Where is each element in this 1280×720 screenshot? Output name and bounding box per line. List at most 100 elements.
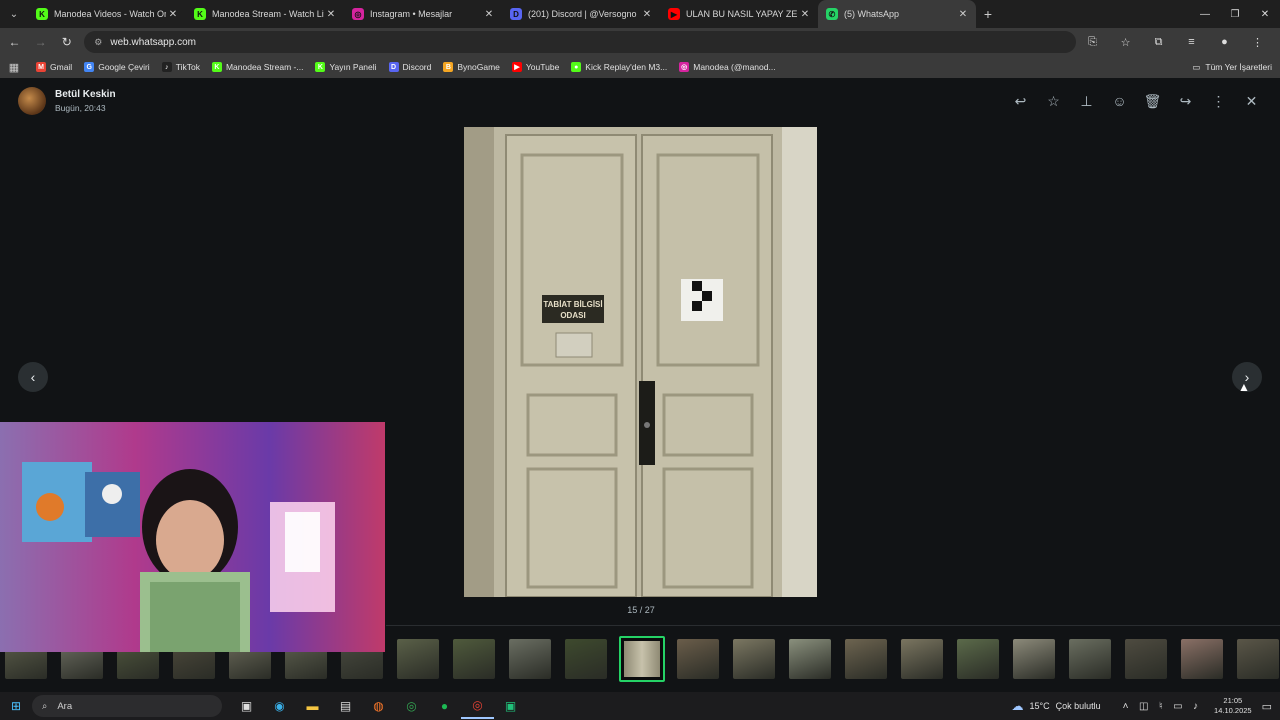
tab-title: Instagram • Mesajlar [370, 9, 453, 19]
pin-icon[interactable]: ⊥ [1070, 90, 1103, 112]
close-tab-icon[interactable]: ✕ [166, 9, 180, 20]
thumbnail[interactable] [453, 639, 495, 679]
thumbnail[interactable] [789, 639, 831, 679]
volume-icon[interactable]: ♪ [1193, 701, 1198, 712]
bookmark-item[interactable]: D Discord [388, 62, 431, 72]
bookmark-item[interactable]: B BynoGame [443, 62, 500, 72]
extensions-icon[interactable]: ⧉ [1142, 36, 1175, 49]
profile-icon[interactable]: ● [1208, 36, 1241, 49]
install-app-icon[interactable]: ⎘ [1076, 36, 1109, 49]
close-tab-icon[interactable]: ✕ [640, 9, 654, 20]
edge-icon[interactable]: ◉ [263, 693, 296, 719]
close-tab-icon[interactable]: ✕ [324, 9, 338, 20]
youtube-icon: ▶ [668, 8, 680, 20]
close-icon[interactable]: ✕ [1235, 90, 1268, 112]
browser-tab[interactable]: D (201) Discord | @Versogno ✕ [502, 0, 660, 28]
browser-tab[interactable]: ◎ Instagram • Mesajlar ✕ [344, 0, 502, 28]
browser-tab[interactable]: ✆ (5) WhatsApp ✕ [818, 0, 976, 28]
thumbnail[interactable] [957, 639, 999, 679]
reload-icon[interactable]: ↻ [55, 30, 78, 54]
close-tab-icon[interactable]: ✕ [798, 9, 812, 20]
tab-search-icon[interactable]: ⌄ [0, 0, 28, 28]
browser-menu-icon[interactable]: ⋮ [1241, 36, 1274, 49]
task-view-icon[interactable]: ▣ [230, 693, 263, 719]
delete-icon[interactable]: 🗑︎ [1136, 90, 1169, 112]
bookmark-item[interactable]: ◎ Manodea (@manod... [679, 62, 776, 72]
webcam-feed [0, 422, 385, 652]
bookmark-item[interactable]: ♪ TikTok [161, 62, 200, 72]
thumbnail[interactable] [509, 639, 551, 679]
store-icon[interactable]: ▤ [329, 693, 362, 719]
bookmark-item[interactable]: M Gmail [36, 62, 72, 72]
emoji-icon[interactable]: ☺ [1103, 90, 1136, 112]
kick-icon: K [211, 62, 222, 72]
notification-icon[interactable]: ▭ [1262, 700, 1272, 713]
clock[interactable]: 21:05 14.10.2025 [1214, 696, 1252, 716]
sender-info[interactable]: Betül Keskin Bugün, 20:43 [18, 87, 116, 115]
minimize-icon[interactable]: — [1190, 0, 1220, 28]
thumbnail[interactable] [733, 639, 775, 679]
bookmark-item[interactable]: ▶ YouTube [511, 62, 560, 72]
bookmark-star-icon[interactable]: ☆ [1109, 36, 1142, 49]
taskbar-apps: ▣ ◉ ▬ ▤ ◍ ◎ ● ◎ ▣ [230, 693, 527, 719]
clock-time: 21:05 [1223, 696, 1243, 705]
url-field[interactable]: ⚙ web.whatsapp.com [84, 31, 1076, 53]
close-window-icon[interactable]: ✕ [1250, 0, 1280, 28]
thumbnail[interactable] [901, 639, 943, 679]
spotify-icon[interactable]: ● [428, 693, 461, 719]
bookmark-item[interactable]: K Manodea Stream -... [211, 62, 303, 72]
whatsapp-icon: ✆ [826, 8, 838, 20]
thumbnail[interactable] [677, 639, 719, 679]
browser-tab[interactable]: K Manodea Stream - Watch Live ✕ [186, 0, 344, 28]
thumbnail[interactable] [1125, 639, 1167, 679]
firefox-icon[interactable]: ◍ [362, 693, 395, 719]
media-control-icon[interactable]: ≡ [1175, 36, 1208, 49]
thumbnail-selected[interactable] [619, 636, 665, 682]
address-actions: ⎘ ☆ ⧉ ≡ ● ⋮ [1076, 36, 1274, 49]
thumbnail[interactable] [397, 639, 439, 679]
reply-icon[interactable]: ↩ [1004, 90, 1037, 112]
back-icon[interactable]: ← [3, 30, 26, 54]
chrome-active-icon[interactable]: ◎ [461, 693, 494, 719]
bookmarks-bar: ▦ M Gmail G Google Çeviri ♪ TikTok K Manodea St… [0, 56, 1280, 78]
chrome-icon[interactable]: ◎ [395, 693, 428, 719]
thumbnail[interactable] [1013, 639, 1055, 679]
bookmark-item[interactable]: K Yayın Paneli [315, 62, 377, 72]
browser-tab[interactable]: ▶ ULAN BU NASIL YAPAY ZEKA - Y✕ [660, 0, 818, 28]
forward-icon[interactable]: ↪ [1169, 90, 1202, 112]
new-tab-button[interactable]: + [976, 6, 1000, 22]
menu-icon[interactable]: ⋮ [1202, 90, 1235, 112]
microphone-icon[interactable]: ♮ [1159, 701, 1163, 712]
sent-time: Bugün, 20:43 [55, 103, 106, 113]
thumbnail[interactable] [845, 639, 887, 679]
file-explorer-icon[interactable]: ▬ [296, 693, 329, 719]
weather-widget[interactable]: ☁ 15°C Çok bulutlu [1012, 699, 1101, 713]
thumbnail[interactable] [1069, 639, 1111, 679]
apps-grid-icon[interactable]: ▦ [0, 61, 28, 74]
bynogame-icon: B [443, 62, 454, 72]
window-controls: — ❐ ✕ [1190, 0, 1280, 28]
all-bookmarks-button[interactable]: ▭ Tüm Yer İşaretleri [1192, 56, 1272, 78]
bookmark-item[interactable]: ● Kick Replay'den M3... [571, 62, 667, 72]
close-tab-icon[interactable]: ✕ [482, 9, 496, 20]
thumbnail[interactable] [1181, 639, 1223, 679]
avatar[interactable] [18, 87, 46, 115]
thumbnail[interactable] [565, 639, 607, 679]
network-icon[interactable]: ▭ [1173, 701, 1182, 712]
previous-image-button[interactable]: ‹ [18, 362, 48, 392]
browser-tab[interactable]: K Manodea Videos - Watch On-D✕ [28, 0, 186, 28]
thumbnail[interactable] [1237, 639, 1279, 679]
green-app-icon[interactable]: ▣ [494, 693, 527, 719]
forward-icon[interactable]: → [29, 30, 52, 54]
bookmark-item[interactable]: G Google Çeviri [84, 62, 150, 72]
windows-start-icon[interactable]: ⊞ [0, 699, 32, 713]
restore-icon[interactable]: ❐ [1220, 0, 1250, 28]
camera-icon[interactable]: ◫ [1139, 701, 1148, 712]
site-info-icon[interactable]: ⚙ [94, 37, 102, 48]
star-icon[interactable]: ☆ [1037, 90, 1070, 112]
chevron-up-icon[interactable]: ˄ [1123, 701, 1129, 712]
bookmark-label: YouTube [525, 62, 560, 72]
taskbar-search[interactable]: ⌕ Ara [32, 695, 222, 717]
tab-title: (201) Discord | @Versogno [528, 9, 637, 19]
close-tab-icon[interactable]: ✕ [956, 9, 970, 20]
